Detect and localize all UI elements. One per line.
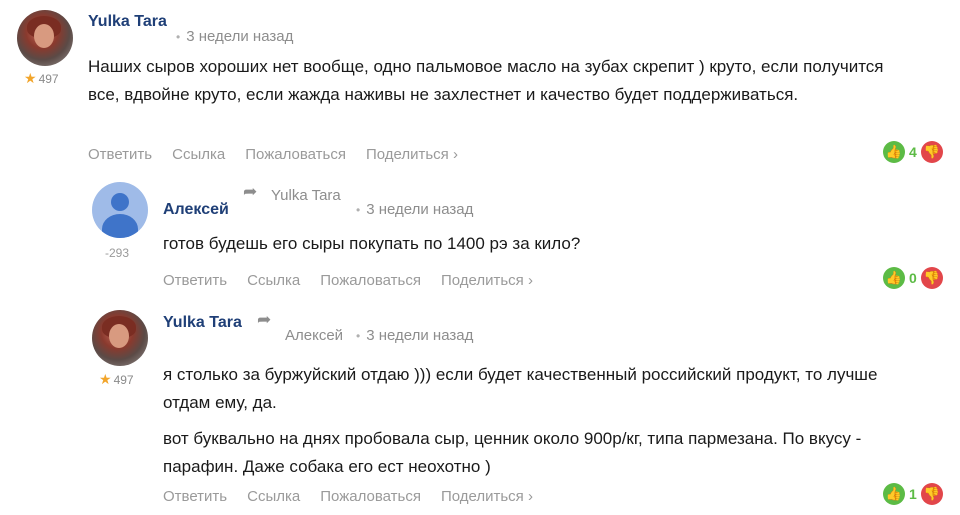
user-rating: ★ 497 [99, 371, 134, 387]
comment-actions: Ответить Ссылка Пожаловаться Поделиться … [88, 146, 458, 163]
vote-controls: 👍 0 👎 [883, 267, 943, 289]
thumbs-up-icon[interactable]: 👍 [883, 267, 905, 289]
reply-arrow-icon: ➦ [257, 310, 272, 329]
link-button[interactable]: Ссылка [172, 146, 225, 163]
link-button[interactable]: Ссылка [247, 272, 300, 289]
reply-button[interactable]: Ответить [88, 146, 152, 163]
thumbs-up-icon[interactable]: 👍 [883, 141, 905, 163]
author-name[interactable]: Yulka Tara [163, 314, 242, 332]
comment: ★ 497 Yulka Tara ➦ Алексей • 3 недели наз… [0, 300, 960, 515]
user-rating: ★ 497 [24, 70, 59, 86]
avatar[interactable] [17, 10, 73, 66]
thumbs-down-icon[interactable]: 👎 [920, 141, 943, 163]
share-button[interactable]: Поделиться › [366, 146, 458, 163]
comment-time: • 3 недели назад [356, 327, 474, 344]
comment-actions: Ответить Ссылка Пожаловаться Поделиться … [163, 488, 533, 505]
avatar[interactable] [92, 182, 148, 238]
vote-count: 0 [909, 270, 917, 286]
comment-text: Наших сыров хороших нет вообще, одно пал… [88, 57, 884, 104]
share-button[interactable]: Поделиться › [441, 272, 533, 289]
link-button[interactable]: Ссылка [247, 488, 300, 505]
share-button[interactable]: Поделиться › [441, 488, 533, 505]
vote-count: 1 [909, 486, 917, 502]
author-name[interactable]: Алексей [163, 201, 229, 219]
comment-time: • 3 недели назад [356, 201, 474, 218]
reply-button[interactable]: Ответить [163, 272, 227, 289]
comment: ★ 497 Yulka Tara • 3 недели назад Наших с… [0, 0, 960, 170]
comment-text: вот буквально на днях пробовала сыр, цен… [163, 429, 862, 476]
comment-time: • 3 недели назад [176, 28, 294, 45]
thumbs-up-icon[interactable]: 👍 [883, 483, 905, 505]
report-button[interactable]: Пожаловаться [320, 272, 421, 289]
reply-to-author[interactable]: Yulka Tara [271, 187, 341, 204]
comment: -293 Алексей ➦ Yulka Tara • 3 недели наза… [0, 170, 960, 300]
thumbs-down-icon[interactable]: 👎 [920, 483, 943, 505]
vote-controls: 👍 1 👎 [883, 483, 943, 505]
star-icon: ★ [99, 371, 112, 387]
comment-text: я столько за буржуйский отдаю ))) если б… [163, 365, 878, 412]
reply-button[interactable]: Ответить [163, 488, 227, 505]
thumbs-down-icon[interactable]: 👎 [920, 267, 943, 289]
author-name[interactable]: Yulka Tara [88, 13, 167, 31]
reply-arrow-icon: ➦ [243, 182, 258, 201]
vote-count: 4 [909, 144, 917, 160]
star-icon: ★ [24, 70, 37, 86]
user-rating: -293 [105, 246, 130, 260]
comment-text: готов будешь его сыры покупать по 1400 р… [163, 234, 581, 253]
report-button[interactable]: Пожаловаться [320, 488, 421, 505]
vote-controls: 👍 4 👎 [883, 141, 943, 163]
report-button[interactable]: Пожаловаться [245, 146, 346, 163]
comment-actions: Ответить Ссылка Пожаловаться Поделиться … [163, 272, 533, 289]
avatar[interactable] [92, 310, 148, 366]
reply-to-author[interactable]: Алексей [285, 327, 343, 344]
